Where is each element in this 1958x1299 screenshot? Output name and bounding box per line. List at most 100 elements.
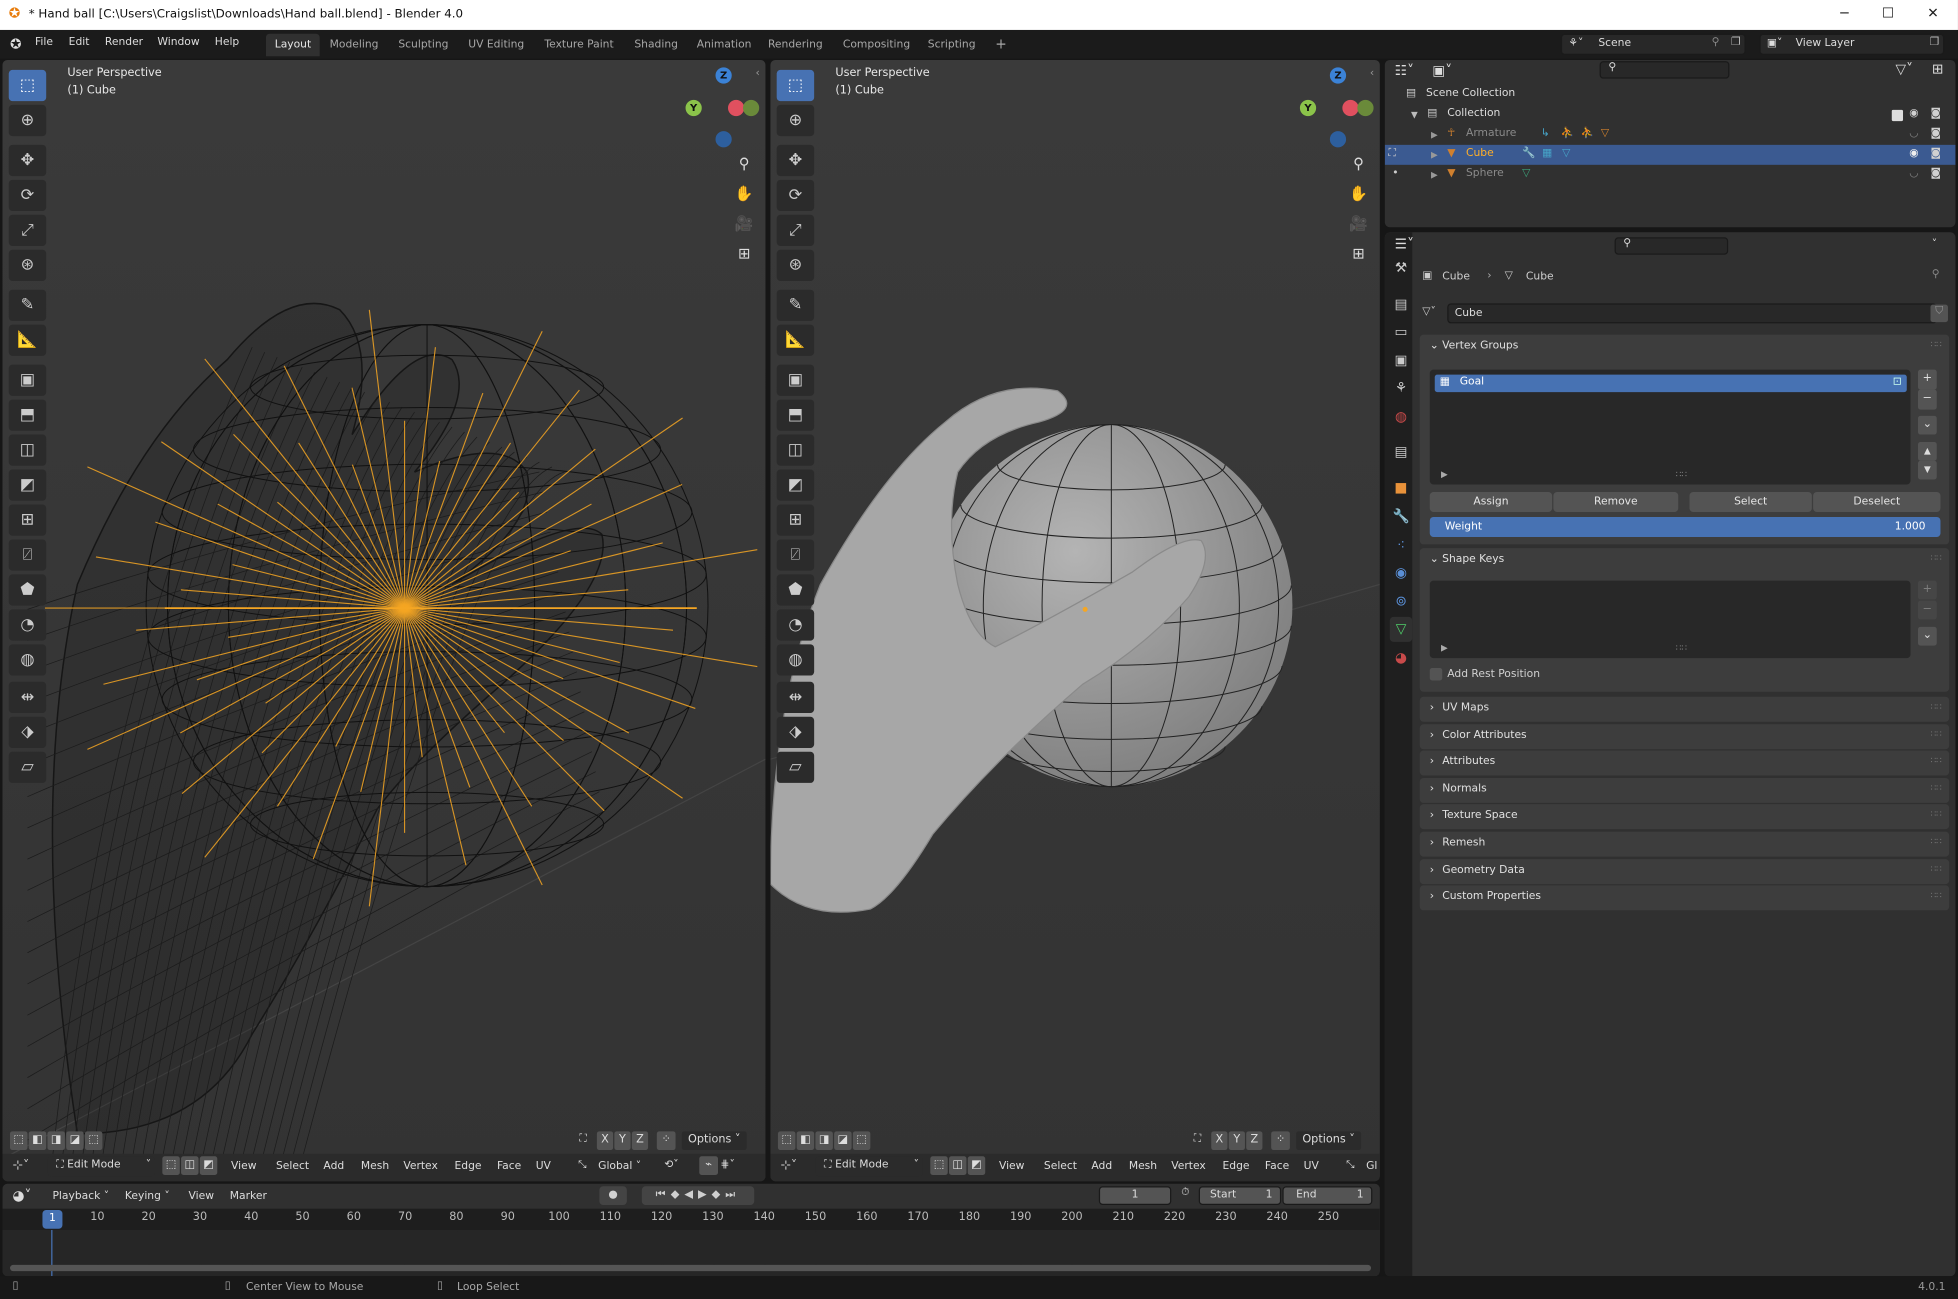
camera-icon[interactable]: ◙ — [1930, 147, 1940, 159]
shear-tool-icon[interactable]: ▱ — [776, 751, 815, 783]
expand-icon[interactable]: ▶ — [1431, 150, 1438, 160]
eye-icon[interactable]: ◉ — [1909, 107, 1918, 119]
panel-remesh[interactable]: › Remesh ∷∷ — [1419, 831, 1950, 857]
panel-color-attributes[interactable]: › Color Attributes ∷∷ — [1419, 723, 1950, 749]
data-icon-1[interactable]: ⛹ — [1561, 127, 1574, 139]
add-vertex-group-button[interactable]: + — [1918, 369, 1937, 390]
extrude-region-tool-icon[interactable]: ⬒ — [776, 399, 815, 431]
drag-handle-icon[interactable]: ∷∷ — [1931, 783, 1942, 793]
view-layer-selector[interactable]: ▣˅ View Layer ❐ — [1759, 33, 1945, 55]
gizmo-neg-z-axis[interactable] — [1329, 131, 1347, 148]
menu-file[interactable]: File — [35, 36, 53, 48]
loop-cut-tool-icon[interactable]: ⊞ — [8, 504, 47, 536]
shape-keys-header[interactable]: ⌄ Shape Keys — [1430, 553, 1504, 565]
add-workspace-button[interactable]: + — [986, 34, 1015, 56]
viewport-menu-face[interactable]: Face — [497, 1160, 521, 1172]
zoom-icon[interactable]: ⚲ — [1345, 150, 1372, 177]
viewport-menu-vertex[interactable]: Vertex — [1171, 1160, 1205, 1172]
drag-handle-icon[interactable]: ∷∷ — [1931, 891, 1942, 901]
snap-target-icon[interactable]: ⋕˅ — [720, 1159, 734, 1171]
mirror-axis-x[interactable]: X — [1211, 1131, 1228, 1151]
measure-tool-icon[interactable]: 📐 — [776, 324, 815, 356]
add-cube-tool-icon[interactable]: ▣ — [776, 364, 815, 396]
options-dropdown-icon[interactable]: ˅ — [1932, 239, 1937, 251]
data-icon-2[interactable]: ⛹ — [1581, 127, 1594, 139]
cursor-tool-icon[interactable]: ⊕ — [8, 104, 47, 137]
mirror-axis-z[interactable]: Z — [631, 1131, 649, 1151]
outliner-item-name[interactable]: Sphere — [1466, 167, 1504, 179]
eye-icon[interactable]: ◉ — [1909, 147, 1918, 159]
perspective-toggle-icon[interactable]: ⊞ — [730, 240, 757, 267]
viewport-menu-mesh[interactable]: Mesh — [361, 1160, 389, 1172]
properties-tab-render-icon[interactable]: ▤ — [1390, 292, 1412, 317]
viewport-menu-add[interactable]: Add — [1091, 1160, 1112, 1172]
annotate-tool-icon[interactable]: ✎ — [776, 289, 815, 321]
viewport-menu-select[interactable]: Select — [276, 1160, 309, 1172]
stopwatch-icon[interactable]: ⏱ — [1181, 1186, 1189, 1198]
mirror-axis-z[interactable]: Z — [1246, 1131, 1263, 1151]
eye-closed-icon[interactable]: ◡ — [1909, 167, 1918, 179]
editor-type-icon[interactable]: ☷˅ — [1395, 62, 1414, 78]
move-down-button[interactable]: ▼ — [1918, 460, 1937, 480]
outliner-row-cube[interactable]: ⛶ ▶ ▼ Cube 🔧 ▦ ▽ ◉ ◙ — [1384, 144, 1956, 165]
properties-tab-collection-icon[interactable]: ▤ — [1390, 440, 1412, 465]
loop-cut-tool-icon[interactable]: ⊞ — [776, 504, 815, 536]
tab-modeling[interactable]: Modeling — [321, 34, 387, 56]
properties-tab-constraints-icon[interactable]: ⊚ — [1390, 589, 1412, 614]
properties-tab-scene-icon[interactable]: ⚘ — [1390, 376, 1412, 401]
new-scene-icon[interactable]: ❐ — [1731, 36, 1741, 48]
properties-tab-output-icon[interactable]: ▭ — [1390, 320, 1412, 345]
menu-render[interactable]: Render — [105, 36, 143, 48]
smooth-tool-icon[interactable]: ◍ — [8, 644, 47, 676]
select-set-icon[interactable]: ⬚ — [777, 1131, 796, 1151]
scene-selector[interactable]: ⚘˅ Scene ⚲ ❐ — [1560, 33, 1746, 55]
edge-slide-tool-icon[interactable]: ⇹ — [776, 681, 815, 714]
spin-tool-icon[interactable]: ◔ — [8, 609, 47, 641]
gizmo-neg-z-axis[interactable] — [715, 131, 732, 148]
bevel-tool-icon[interactable]: ◩ — [776, 469, 815, 501]
tab-sculpting[interactable]: Sculpting — [390, 34, 458, 56]
list-resize-handle-icon[interactable]: ∷∷ — [1676, 470, 1687, 480]
panel-texture-space[interactable]: › Texture Space ∷∷ — [1419, 804, 1950, 830]
outliner-row-scene-collection[interactable]: ▤ Scene Collection — [1385, 85, 1956, 105]
transform-orientation-dropdown[interactable]: Gl — [1366, 1160, 1377, 1172]
properties-tab-view-layer-icon[interactable]: ▣ — [1390, 348, 1412, 373]
move-up-button[interactable]: ▲ — [1918, 442, 1937, 461]
tab-animation[interactable]: Animation — [688, 34, 760, 56]
record-button[interactable]: ● — [599, 1186, 627, 1205]
gizmo-neg-y-axis[interactable] — [1357, 99, 1374, 117]
expand-icon[interactable]: ▶ — [1431, 170, 1438, 180]
scale-tool-icon[interactable]: ⤢ — [776, 214, 815, 246]
expand-icon[interactable]: ▼ — [1411, 110, 1418, 120]
select-set-icon[interactable]: ⬚ — [9, 1131, 28, 1151]
viewport-menu-face[interactable]: Face — [1265, 1160, 1289, 1172]
inset-faces-tool-icon[interactable]: ◫ — [776, 434, 815, 466]
frame-ruler[interactable]: 10 20 30 40 50 60 70 80 90 100 110 120 130 140 150 160 1… — [2, 1208, 1380, 1269]
zoom-icon[interactable]: ⚲ — [730, 150, 757, 177]
shape-key-specials-button[interactable]: ⌄ — [1918, 626, 1937, 646]
outliner-row-sphere[interactable]: • ▶ ▼ Sphere ▽ ◡ ◙ — [1385, 165, 1956, 185]
timeline-menu-playback[interactable]: Playback ˅ — [52, 1190, 109, 1202]
pan-hand-icon[interactable]: ✋ — [1345, 180, 1372, 207]
pin-icon[interactable]: ⚲ — [1932, 268, 1940, 280]
mesh-browse-icon[interactable]: ▽˅ — [1422, 306, 1436, 318]
display-mode-icon[interactable]: ▣˅ — [1432, 62, 1452, 78]
mesh-view[interactable] — [2, 60, 766, 1181]
pan-hand-icon[interactable]: ✋ — [730, 180, 757, 207]
data-icon-2[interactable]: ▽ — [1562, 147, 1570, 159]
drag-handle-icon[interactable]: ∷∷ — [1931, 340, 1942, 350]
blender-menu-icon[interactable]: ✪ — [10, 36, 22, 52]
properties-tab-data-icon[interactable]: ▽ — [1389, 616, 1413, 642]
viewport-menu-view[interactable]: View — [231, 1160, 256, 1172]
sidebar-toggle-icon[interactable]: ‹ — [1370, 67, 1374, 79]
drag-handle-icon[interactable]: ∷∷ — [1931, 702, 1942, 712]
viewport-menu-vertex[interactable]: Vertex — [403, 1160, 437, 1172]
mirror-axis-y[interactable]: Y — [614, 1131, 631, 1151]
tab-uv-editing[interactable]: UV Editing — [460, 34, 533, 56]
select-box-tool-icon[interactable]: ⬚ — [776, 69, 815, 102]
viewport-menu-edge[interactable]: Edge — [455, 1160, 482, 1172]
select-invert-icon[interactable]: ◪ — [66, 1131, 84, 1151]
inset-faces-tool-icon[interactable]: ◫ — [8, 434, 47, 466]
remove-vertex-group-button[interactable]: − — [1918, 389, 1937, 410]
auto-merge-icon[interactable]: ⁘ — [656, 1131, 676, 1151]
